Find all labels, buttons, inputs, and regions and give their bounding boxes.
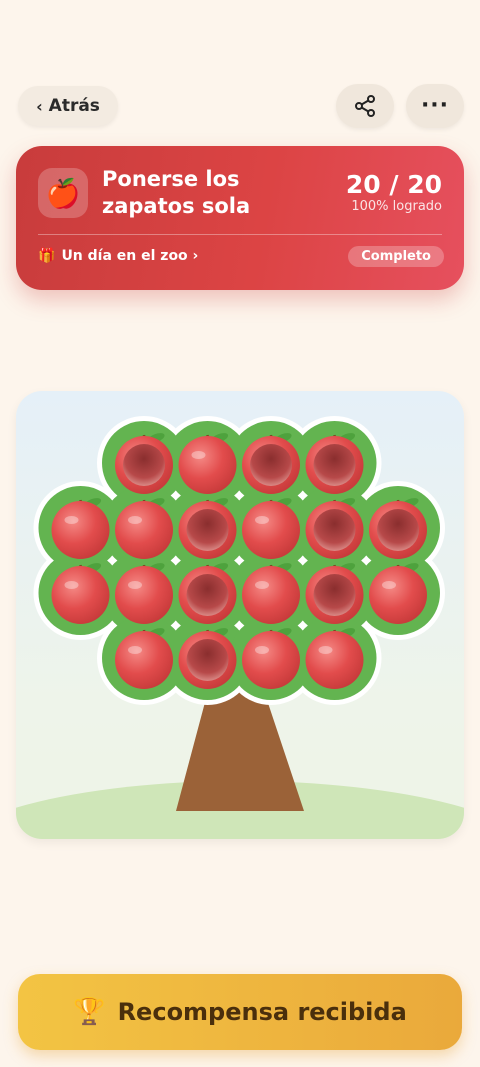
goal-title: Ponerse los zapatos sola (102, 167, 251, 218)
tree-canopy (33, 416, 445, 705)
goal-percent: 100% logrado (351, 199, 442, 214)
back-button[interactable]: ‹ Atrás (18, 86, 118, 126)
gift-icon: 🎁 (38, 248, 56, 264)
apple-tree (16, 416, 464, 839)
status-badge: Completo (348, 246, 444, 267)
apple-icon: 🍎 (38, 168, 88, 218)
reward-link[interactable]: 🎁 Un día en el zoo › (38, 248, 198, 264)
tree-trunk (176, 691, 304, 811)
share-button[interactable] (336, 84, 394, 128)
back-label: Atrás (48, 96, 100, 116)
reward-text: Un día en el zoo › (61, 248, 199, 264)
share-icon (355, 95, 375, 117)
reward-button-label: Recompensa recibida (117, 998, 407, 1026)
reward-received-button[interactable]: 🏆 Recompensa recibida (18, 974, 462, 1050)
goal-count: 20 / 20 (345, 170, 442, 199)
more-options-button[interactable]: ··· (406, 84, 464, 128)
goal-card[interactable]: 🍎 Ponerse los zapatos sola 20 / 20 100% … (16, 146, 464, 290)
divider (38, 234, 442, 235)
apple-tree-panel (16, 391, 464, 839)
chevron-left-icon: ‹ (36, 96, 43, 116)
more-icon: ··· (420, 93, 450, 118)
trophy-icon: 🏆 (73, 997, 106, 1027)
